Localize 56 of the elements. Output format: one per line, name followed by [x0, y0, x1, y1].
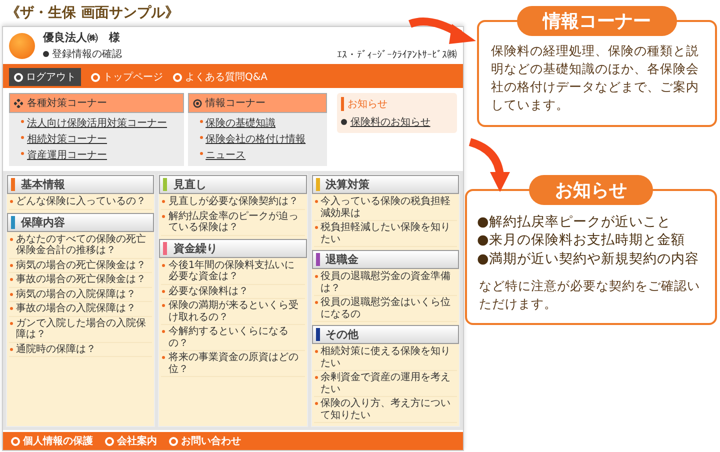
topic-link[interactable]: 役員の退職慰労金はいくら位になるの — [314, 296, 457, 322]
topic-link[interactable]: 事故の場合の死亡保険金は？ — [9, 273, 152, 288]
section-title: 見直し — [173, 177, 206, 192]
topic-link[interactable]: 余剰資金で資産の運用を考えたい — [314, 371, 457, 397]
customer-name: 優良法人㈱ 様 — [43, 30, 121, 45]
topic-link[interactable]: 病気の場合の死亡保険金は？ — [9, 258, 152, 273]
topic-link[interactable]: 解約払戻金率のピークが迫っている保険は？ — [161, 210, 305, 236]
topic-link[interactable]: 役員の退職慰労金の資金準備は？ — [314, 270, 457, 296]
topic-link[interactable]: 相続対策に使える保険を知りたい — [314, 345, 457, 371]
corner-link[interactable]: 法人向け保険活用対策コーナー — [21, 116, 180, 130]
curved-arrow — [468, 138, 510, 192]
logout-button[interactable]: ログアウト — [9, 68, 81, 86]
notice-link[interactable]: 保険料のお知らせ — [341, 115, 453, 129]
diamond-cluster-icon — [14, 98, 23, 108]
callout-text: など特に注意が必要な契約をご確認いただけます。 — [478, 277, 701, 314]
callout-bullet: ●来月の保険料お支払時期と金額 — [477, 231, 686, 250]
page-title: 《ザ・生保 画面サンプル》 — [5, 4, 180, 23]
section-title: 決算対策 — [326, 177, 370, 192]
topic-link[interactable]: 病気の場合の入院保障は？ — [9, 288, 152, 302]
topic-link[interactable]: 保険の入り方、考え方について知りたい — [314, 397, 457, 423]
topic-link[interactable]: 今入っている保険の税負担軽減効果は — [314, 195, 457, 221]
curved-arrow — [408, 18, 476, 44]
section-title: 保障内容 — [21, 214, 65, 230]
topic-link[interactable]: どんな保険に入っているの？ — [9, 195, 152, 210]
registration-link[interactable]: 登録情報の確認 — [43, 47, 329, 61]
section-title: 退職金 — [326, 252, 359, 267]
topic-link[interactable]: 今後1年間の保険料支払いに必要な資金は？ — [161, 258, 305, 284]
corner-link[interactable]: 資産運用コーナー — [21, 148, 180, 162]
notice-title: お知らせ — [341, 97, 453, 111]
callout-text: 保険料の経理処理、保険の種類と説明などの基礎知識のほか、各保険会社の格付けデータなどまで、ご案内しています。 — [490, 42, 700, 114]
topic-link[interactable]: 税負担軽減したい保険を知りたい — [314, 221, 457, 247]
company-name: ｴｽ・ﾃﾞｨｰｼﾞｰｸﾗｲｱﾝﾄｻｰﾋﾞｽ㈱ — [337, 49, 457, 61]
callout-title: お知らせ — [529, 174, 653, 204]
callout-bullet: ●解約払戻率ピークが近いこと — [477, 212, 672, 232]
corner-title: 各種対策コーナー — [27, 96, 107, 110]
topic-link[interactable]: 見直しが必要な保険契約は？ — [161, 195, 305, 210]
callout-bullet: ●満期が近い契約や新規契約の内容 — [477, 250, 700, 270]
topic-link[interactable]: 事故の場合の入院保障は？ — [9, 302, 152, 316]
topic-link[interactable]: あなたのすべての保険の死亡保険金合計の推移は？ — [9, 232, 152, 258]
corner-link[interactable]: 保険会社の格付け情報 — [200, 132, 324, 146]
topic-link[interactable]: 通院時の保障は？ — [9, 342, 152, 357]
section-title: 基本情報 — [21, 177, 65, 192]
topic-link[interactable]: 今解約するといくらになるの？ — [161, 325, 305, 351]
target-icon — [192, 98, 202, 108]
section-title: その他 — [326, 327, 359, 342]
logo-icon — [9, 32, 35, 58]
topic-link[interactable]: 必要な保険料は？ — [161, 284, 305, 299]
corner-title: 情報コーナー — [206, 96, 266, 110]
topic-link[interactable]: 将来の事業資金の原資はどの位？ — [161, 351, 305, 377]
callout-title: 情報コーナー — [517, 6, 677, 36]
topic-link[interactable]: 保険の満期が来るといくら受け取れるの？ — [161, 299, 305, 325]
topic-link[interactable]: ガンで入院した場合の入院保障は？ — [9, 316, 152, 342]
corner-link[interactable]: ニュース — [200, 148, 324, 162]
corner-link[interactable]: 保険の基礎知識 — [200, 116, 324, 130]
corner-link[interactable]: 相続対策コーナー — [21, 132, 180, 146]
section-title: 資金繰り — [173, 240, 218, 256]
